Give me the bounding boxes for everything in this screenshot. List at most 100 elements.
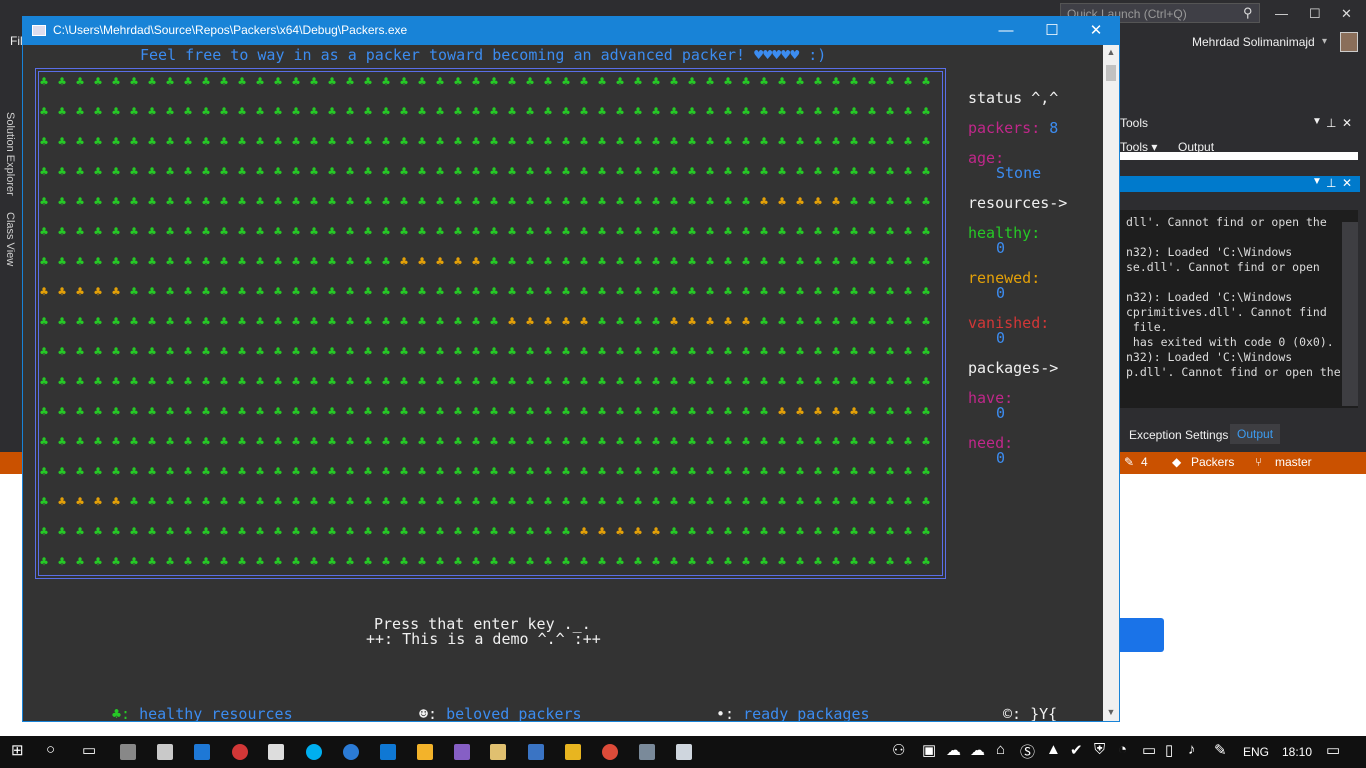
mail-icon[interactable] — [268, 744, 284, 760]
git-icon[interactable] — [417, 744, 433, 760]
task-view-icon[interactable]: ▭ — [82, 741, 96, 759]
input-language[interactable]: ENG — [1243, 745, 1269, 759]
renewed-resource-club: ♣ — [94, 285, 102, 300]
pin-icon[interactable]: ⊥ — [1326, 176, 1336, 190]
healthy-resource-club: ♣ — [40, 315, 48, 330]
antivirus-tray-icon[interactable]: ▲ — [1046, 741, 1061, 758]
output-line: n32): Loaded 'C:\Windows — [1126, 350, 1293, 364]
healthy-resource-club: ♣ — [490, 555, 498, 570]
volume-icon[interactable]: ♪ — [1188, 741, 1196, 758]
healthy-resource-club: ♣ — [760, 465, 768, 480]
antivirus-icon[interactable] — [232, 744, 248, 760]
healthy-resource-club: ♣ — [904, 465, 912, 480]
sync-icon[interactable] — [343, 744, 359, 760]
shield-icon[interactable]: ⛨ — [1094, 741, 1105, 758]
pin-icon[interactable]: ⊥ — [1326, 116, 1336, 130]
system-clock[interactable]: 18:10 — [1282, 745, 1312, 759]
maximize-button[interactable]: ☐ — [1029, 17, 1075, 45]
healthy-resource-club: ♣ — [454, 195, 462, 210]
minimize-button[interactable]: — — [983, 17, 1029, 45]
healthy-resource-club: ♣ — [580, 405, 588, 420]
renewed-resource-club: ♣ — [58, 495, 66, 510]
cloud-upload-icon[interactable]: ☁ — [946, 741, 961, 759]
output-scrollbar[interactable] — [1342, 222, 1358, 406]
tab-class-view[interactable]: Class View — [4, 212, 16, 266]
chevron-down-icon[interactable]: ▾ — [1322, 36, 1327, 47]
healthy-resource-club: ♣ — [292, 435, 300, 450]
cortana-icon[interactable]: ○ — [46, 741, 55, 758]
healthy-resource-club: ♣ — [832, 525, 840, 540]
scroll-thumb[interactable] — [1106, 65, 1116, 81]
healthy-resource-club: ♣ — [166, 135, 174, 150]
vs-user-name[interactable]: Mehrdad Solimanimajd — [1192, 35, 1315, 49]
healthy-resource-club: ♣ — [364, 435, 372, 450]
start-windows-icon[interactable]: ⊞ — [11, 741, 24, 759]
healthy-resource-club: ♣ — [706, 105, 714, 120]
onedrive-icon[interactable] — [380, 744, 396, 760]
onedrive-tray-icon[interactable]: ☁ — [970, 741, 985, 759]
close-button[interactable]: ✕ — [1073, 17, 1119, 45]
usb-icon[interactable]: ⌂ — [996, 741, 1005, 758]
scroll-down-arrow-icon[interactable]: ▼ — [1103, 707, 1119, 717]
repo-name[interactable]: Packers — [1191, 455, 1234, 469]
store-icon[interactable] — [157, 744, 173, 760]
notes-icon[interactable] — [490, 744, 506, 760]
close-icon[interactable]: ✕ — [1342, 116, 1352, 130]
branch-name[interactable]: master — [1275, 455, 1312, 469]
tray-app-icon[interactable]: ▣ — [922, 741, 936, 759]
healthy-resource-club: ♣ — [436, 345, 444, 360]
console-titlebar[interactable]: C:\Users\Mehrdad\Source\Repos\Packers\x6… — [23, 17, 1119, 45]
battery-icon[interactable]: ▯ — [1165, 741, 1173, 759]
chevron-down-icon[interactable]: ▼ — [1312, 176, 1322, 187]
healthy-resource-club: ♣ — [814, 225, 822, 240]
network-icon[interactable]: ▭ — [1142, 741, 1156, 759]
healthy-resource-club: ♣ — [562, 405, 570, 420]
healthy-resource-club: ♣ — [472, 525, 480, 540]
vs-file-menu[interactable]: Fil — [10, 34, 23, 48]
file-app-icon[interactable] — [528, 744, 544, 760]
healthy-resource-club: ♣ — [328, 405, 336, 420]
healthy-resource-club: ♣ — [832, 375, 840, 390]
chevron-down-icon[interactable]: ▼ — [1312, 116, 1322, 127]
healthy-resource-club: ♣ — [148, 435, 156, 450]
remote-desktop-icon[interactable] — [639, 744, 655, 760]
console-app-taskbar-icon[interactable] — [676, 744, 692, 760]
search-icon[interactable]: ⚲ — [1243, 5, 1253, 21]
vs-maximize-button[interactable]: ☐ — [1309, 6, 1321, 22]
pen-icon[interactable]: ✎ — [1214, 741, 1227, 759]
vs-minimize-button[interactable]: — — [1275, 6, 1288, 21]
visual-studio-icon[interactable] — [454, 744, 470, 760]
output-text-area[interactable]: dll'. Cannot find or open the n32): Load… — [1120, 210, 1358, 408]
console-scrollbar[interactable]: ▲ ▼ — [1103, 45, 1119, 721]
skype-tray-icon[interactable]: Ⓢ — [1020, 741, 1035, 762]
healthy-resource-club: ♣ — [436, 495, 444, 510]
pending-changes-count[interactable]: 4 — [1141, 455, 1148, 469]
tab-solution-explorer[interactable]: Solution Explorer — [4, 112, 16, 196]
console-output[interactable]: Feel free to way in as a packer toward b… — [23, 45, 1103, 721]
healthy-resource-club: ♣ — [688, 375, 696, 390]
pencil-icon[interactable]: ✎ — [1124, 455, 1134, 469]
wifi-icon[interactable]: ◔ — [1118, 741, 1127, 758]
notifications-icon[interactable]: ▭ — [1326, 741, 1340, 759]
chrome-icon[interactable] — [602, 744, 618, 760]
check-tray-icon[interactable]: ✔ — [1070, 741, 1083, 759]
edge-icon[interactable] — [194, 744, 210, 760]
renewed-resource-club: ♣ — [832, 195, 840, 210]
close-icon[interactable]: ✕ — [1342, 176, 1352, 190]
tab-output-bottom[interactable]: Output — [1230, 424, 1281, 444]
healthy-resource-club: ♣ — [634, 465, 642, 480]
healthy-resource-club: ♣ — [130, 105, 138, 120]
healthy-resource-club: ♣ — [490, 345, 498, 360]
healthy-resource-club: ♣ — [922, 465, 930, 480]
healthy-resource-club: ♣ — [400, 465, 408, 480]
healthy-resource-club: ♣ — [904, 345, 912, 360]
scroll-up-arrow-icon[interactable]: ▲ — [1103, 47, 1119, 57]
healthy-resource-club: ♣ — [274, 435, 282, 450]
tab-exception-settings[interactable]: Exception Settings — [1129, 428, 1228, 442]
vs-close-button[interactable]: ✕ — [1341, 6, 1352, 22]
people-icon[interactable]: ⚇ — [892, 741, 905, 759]
avatar[interactable] — [1340, 32, 1358, 52]
file-explorer-icon[interactable] — [565, 744, 581, 760]
webcam-app-icon[interactable] — [120, 744, 136, 760]
skype-icon[interactable] — [306, 744, 322, 760]
